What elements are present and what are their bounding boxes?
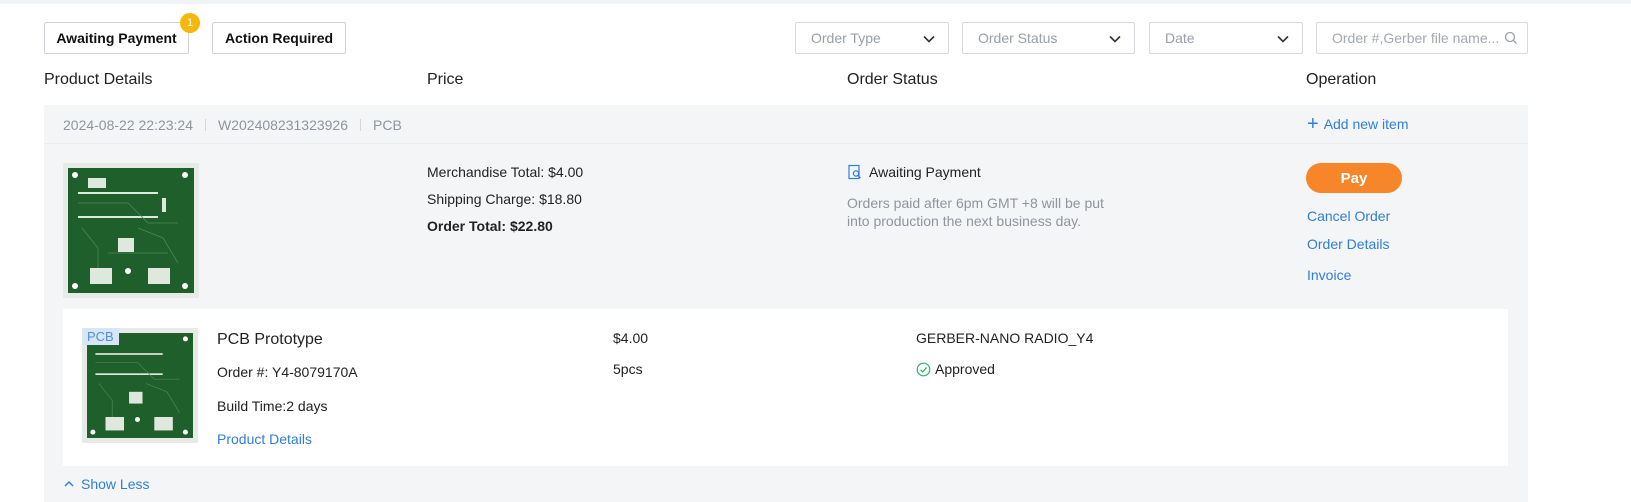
order-datetime: 2024-08-22 22:23:24 <box>63 117 193 133</box>
payment-cutoff-note: Orders paid after 6pm GMT +8 will be put… <box>847 195 1104 229</box>
search-input[interactable] <box>1332 23 1507 53</box>
item-pcb-thumbnail[interactable]: PCB <box>82 328 198 443</box>
order-type-select[interactable]: Order Type <box>795 22 949 54</box>
check-circle-icon <box>916 362 931 376</box>
order-total: Order Total: $22.80 <box>427 218 553 234</box>
pay-button[interactable]: Pay <box>1306 163 1402 193</box>
item-quantity: 5pcs <box>613 361 643 377</box>
column-header-status: Order Status <box>847 71 938 88</box>
filter-bar: Awaiting Payment 1 Action Required Order… <box>44 13 1587 54</box>
awaiting-payment-label: Awaiting Payment <box>56 30 177 46</box>
order-status-label: Awaiting Payment <box>869 164 981 180</box>
document-search-icon <box>848 164 861 180</box>
date-value: Date <box>1165 30 1195 46</box>
order-item: PCB PCB Prototype Order #: Y4-8079170A B… <box>63 309 1508 466</box>
item-build-time: Build Time:2 days <box>217 398 328 414</box>
item-review-status: Approved <box>916 361 995 377</box>
order-status: Awaiting Payment <box>847 164 981 180</box>
date-select[interactable]: Date <box>1149 22 1303 54</box>
item-category-tag: PCB <box>82 328 119 345</box>
pcb-layout-graphic <box>87 333 193 438</box>
action-required-label: Action Required <box>224 30 334 46</box>
merchandise-total: Merchandise Total: $4.00 <box>427 164 584 180</box>
plus-icon: + <box>1307 113 1319 135</box>
column-header-product: Product Details <box>44 71 153 88</box>
show-less-toggle[interactable]: Show Less <box>63 476 149 492</box>
search-icon[interactable] <box>1504 31 1518 45</box>
order-pcb-thumbnail[interactable] <box>63 163 199 298</box>
chevron-down-icon <box>1277 35 1289 43</box>
awaiting-payment-count-badge: 1 <box>180 13 200 33</box>
chevron-up-icon <box>64 480 74 487</box>
order-number: W202408231323926 <box>218 117 349 133</box>
awaiting-payment-filter-button[interactable]: Awaiting Payment 1 <box>44 13 200 54</box>
product-details-link[interactable]: Product Details <box>217 431 312 447</box>
chevron-down-icon <box>923 35 935 43</box>
cancel-order-link[interactable]: Cancel Order <box>1307 208 1390 224</box>
add-new-item-link[interactable]: + Add new item <box>1307 113 1409 135</box>
chevron-down-icon <box>1109 35 1121 43</box>
item-review-status-label: Approved <box>935 361 995 377</box>
show-less-label: Show Less <box>81 476 150 492</box>
order-meta: 2024-08-22 22:23:24 W202408231323926 PCB <box>63 117 402 133</box>
pcb-board-image <box>87 333 193 438</box>
item-order-number: Order #: Y4-8079170A <box>217 364 358 380</box>
shipping-charge: Shipping Charge: $18.80 <box>427 191 582 207</box>
order-status-select[interactable]: Order Status <box>962 22 1135 54</box>
action-required-filter-button[interactable]: Action Required <box>212 22 346 54</box>
item-title: PCB Prototype <box>217 331 323 348</box>
order-card: 2024-08-22 22:23:24 W202408231323926 PCB… <box>44 105 1528 502</box>
order-status-value: Order Status <box>978 30 1058 46</box>
item-gerber-file: GERBER-NANO RADIO_Y4 <box>916 330 1094 346</box>
top-divider <box>0 0 1631 4</box>
pcb-layout-graphic <box>68 168 194 293</box>
pcb-board-image <box>68 168 194 293</box>
meta-separator <box>205 119 206 131</box>
order-category: PCB <box>373 117 402 133</box>
order-details-link[interactable]: Order Details <box>1307 236 1389 252</box>
column-header-price: Price <box>427 71 464 88</box>
order-header-divider <box>44 143 1528 144</box>
add-new-item-label: Add new item <box>1323 116 1409 132</box>
search-box <box>1316 22 1528 54</box>
meta-separator <box>360 119 362 131</box>
item-price: $4.00 <box>613 330 649 346</box>
invoice-link[interactable]: Invoice <box>1307 267 1351 283</box>
column-header-operation: Operation <box>1306 71 1377 88</box>
order-type-value: Order Type <box>811 30 881 46</box>
